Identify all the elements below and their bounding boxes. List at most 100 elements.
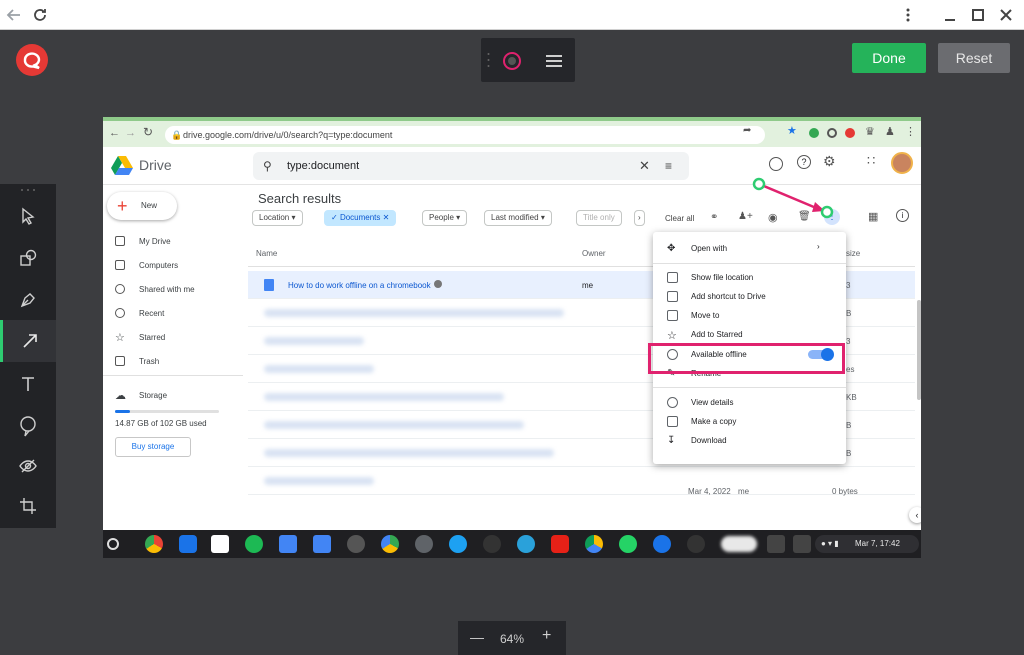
- clipboard-icon[interactable]: [767, 535, 785, 553]
- drive-app-icon[interactable]: [585, 535, 603, 553]
- share-icon[interactable]: ➦: [743, 125, 751, 136]
- tasks-icon[interactable]: [653, 535, 671, 553]
- crop-tool-button[interactable]: [0, 486, 56, 526]
- system-tray[interactable]: ● ▾ ▮ Mar 7, 17:42: [815, 535, 919, 553]
- clear-all-button[interactable]: Clear all: [665, 214, 694, 223]
- docs-alt-icon[interactable]: [313, 535, 331, 553]
- terminal-icon[interactable]: [483, 535, 501, 553]
- filter-last-modified[interactable]: Last modified ▾: [484, 210, 552, 226]
- whatsapp-icon[interactable]: [619, 535, 637, 553]
- chrome-icon[interactable]: [145, 535, 163, 553]
- settings-app-icon[interactable]: [415, 535, 433, 553]
- twitter-icon[interactable]: [449, 535, 467, 553]
- close-icon[interactable]: [996, 5, 1016, 25]
- new-button[interactable]: + New: [107, 192, 177, 220]
- grid-view-icon[interactable]: ▦: [868, 210, 878, 223]
- done-button[interactable]: Done: [852, 43, 926, 73]
- back-arrow-icon[interactable]: [4, 5, 24, 25]
- sidebar-item-my-drive[interactable]: My Drive: [115, 234, 171, 248]
- file-size: B: [846, 449, 852, 458]
- filter-title-only[interactable]: Title only: [576, 210, 622, 226]
- minimize-icon[interactable]: [940, 5, 960, 25]
- settings-gear-icon[interactable]: ⚙: [823, 153, 836, 170]
- sidebar-item-trash[interactable]: Trash: [115, 354, 159, 368]
- apps-grid-icon[interactable]: ∷: [867, 153, 875, 169]
- blur-tool-button[interactable]: [0, 446, 56, 486]
- menu-item-move-to[interactable]: Move to: [653, 306, 846, 325]
- youtube-icon[interactable]: [551, 535, 569, 553]
- arrow-tool-button[interactable]: [0, 320, 56, 362]
- zoom-out-button[interactable]: —: [470, 629, 484, 645]
- sidebar-item-shared[interactable]: Shared with me: [115, 282, 195, 296]
- more-vert-icon[interactable]: [898, 5, 918, 25]
- browser-forward-icon[interactable]: →: [125, 127, 136, 139]
- launcher-icon[interactable]: [107, 538, 119, 550]
- profile-icon[interactable]: ♟: [885, 125, 895, 138]
- extension-circle-icon[interactable]: [827, 128, 837, 138]
- clear-search-icon[interactable]: ✕: [639, 152, 650, 180]
- info-icon[interactable]: i: [896, 209, 909, 222]
- offline-status-icon[interactable]: [769, 157, 783, 171]
- menu-item-view-details[interactable]: View details: [653, 393, 846, 412]
- extension-green-icon[interactable]: [809, 128, 819, 138]
- filter-documents[interactable]: ✓ Documents ✕: [324, 210, 397, 226]
- browser-back-icon[interactable]: ←: [109, 127, 120, 139]
- avatar[interactable]: [891, 152, 913, 174]
- pen-tool-button[interactable]: [0, 280, 56, 320]
- callout-tool-button[interactable]: [0, 406, 56, 446]
- puzzle-icon[interactable]: ♛: [865, 125, 875, 138]
- table-row[interactable]: Mar 4, 2022 me 0 bytes: [248, 487, 915, 519]
- arrow-annotation[interactable]: [743, 175, 843, 225]
- menu-item-download[interactable]: ↧ Download: [653, 431, 846, 450]
- side-panel-toggle-icon[interactable]: ‹: [909, 507, 921, 523]
- extension-red-icon[interactable]: [845, 128, 855, 138]
- scrollbar[interactable]: [917, 300, 921, 400]
- telegram-icon[interactable]: [517, 535, 535, 553]
- column-header-size[interactable]: size: [846, 249, 860, 258]
- search-options-icon[interactable]: ≡: [665, 152, 672, 180]
- column-header-owner[interactable]: Owner: [582, 249, 606, 258]
- menu-item-add-to-starred[interactable]: ☆ Add to Starred: [653, 325, 846, 344]
- zoom-in-button[interactable]: +: [542, 627, 551, 645]
- buy-storage-button[interactable]: Buy storage: [115, 437, 191, 457]
- shape-tool-button[interactable]: [0, 238, 56, 278]
- reload-icon[interactable]: [30, 5, 50, 25]
- menu-item-make-a-copy[interactable]: Make a copy: [653, 412, 846, 431]
- rail-drag-handle-icon[interactable]: [18, 188, 38, 192]
- filter-people[interactable]: People ▾: [422, 210, 468, 226]
- menu-item-add-shortcut[interactable]: Add shortcut to Drive: [653, 287, 846, 306]
- google-doc-icon: [264, 279, 274, 291]
- spotify-icon[interactable]: [245, 535, 263, 553]
- stocks-icon[interactable]: [687, 535, 705, 553]
- filters-scroll-right-button[interactable]: ›: [634, 210, 645, 226]
- link-icon[interactable]: ⚭: [710, 212, 718, 223]
- filter-location[interactable]: Location ▾: [252, 210, 303, 226]
- record-icon[interactable]: [501, 50, 523, 72]
- column-header-name[interactable]: Name: [256, 249, 277, 258]
- zeta-app-icon[interactable]: [347, 535, 365, 553]
- browser-menu-icon[interactable]: ⋮: [905, 125, 916, 138]
- maximize-icon[interactable]: [968, 5, 988, 25]
- menu-item-open-with[interactable]: ✥ Open with ›: [653, 239, 846, 258]
- drag-handle-icon[interactable]: [487, 52, 490, 68]
- drive-search-input[interactable]: ⚲ type:document ✕ ≡: [253, 152, 689, 180]
- sidebar-item-storage[interactable]: ☁ Storage: [115, 388, 167, 402]
- browser-reload-icon[interactable]: ↻: [143, 125, 153, 139]
- gmail-icon[interactable]: [211, 535, 229, 553]
- help-icon[interactable]: ?: [797, 155, 811, 169]
- text-tool-button[interactable]: [0, 364, 56, 404]
- reset-button[interactable]: Reset: [938, 43, 1010, 73]
- sidebar-item-recent[interactable]: Recent: [115, 306, 164, 320]
- files-icon[interactable]: [179, 535, 197, 553]
- phone-hub-icon[interactable]: [793, 535, 811, 553]
- docs-icon[interactable]: [279, 535, 297, 553]
- highlight-rectangle-annotation[interactable]: [648, 343, 845, 374]
- url-input[interactable]: 🔒 drive.google.com/drive/u/0/search?q=ty…: [165, 126, 765, 144]
- sidebar-item-starred[interactable]: ☆ Starred: [115, 330, 165, 344]
- menu-item-show-file-location[interactable]: Show file location: [653, 268, 846, 287]
- play-store-icon[interactable]: [381, 535, 399, 553]
- select-tool-button[interactable]: [0, 196, 56, 236]
- menu-lines-icon[interactable]: [543, 50, 565, 72]
- sidebar-item-computers[interactable]: Computers: [115, 258, 178, 272]
- star-icon[interactable]: ★: [787, 124, 797, 137]
